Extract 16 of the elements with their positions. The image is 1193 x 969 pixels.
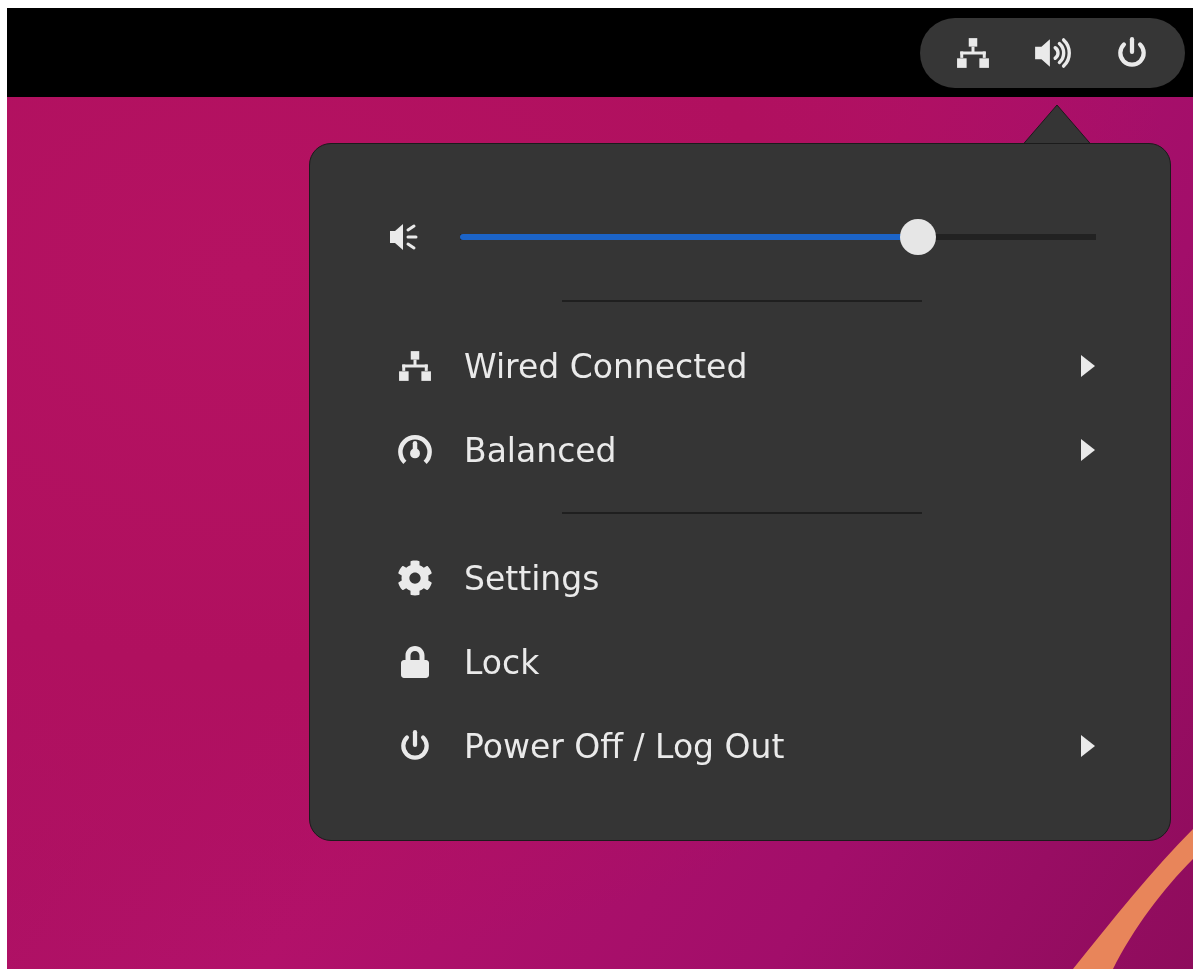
slider-handle[interactable] bbox=[899, 219, 936, 255]
caret-icon bbox=[1080, 734, 1096, 758]
caret-icon bbox=[1080, 354, 1096, 378]
caret-icon bbox=[1080, 438, 1096, 462]
menu-item[interactable]: Balanced bbox=[388, 408, 1096, 492]
network-icon bbox=[398, 349, 432, 383]
speaker-icon bbox=[1033, 35, 1072, 70]
speaker-icon bbox=[388, 221, 420, 253]
gear-icon bbox=[397, 560, 433, 596]
menu-item[interactable]: Settings bbox=[388, 536, 1096, 620]
lock-icon bbox=[399, 646, 431, 678]
network-icon bbox=[955, 35, 990, 70]
menu-item[interactable]: Wired Connected bbox=[388, 324, 1096, 408]
menu-item[interactable]: Lock bbox=[388, 620, 1096, 704]
power-icon bbox=[398, 729, 432, 763]
menu-item[interactable]: Power Off / Log Out bbox=[388, 704, 1096, 788]
